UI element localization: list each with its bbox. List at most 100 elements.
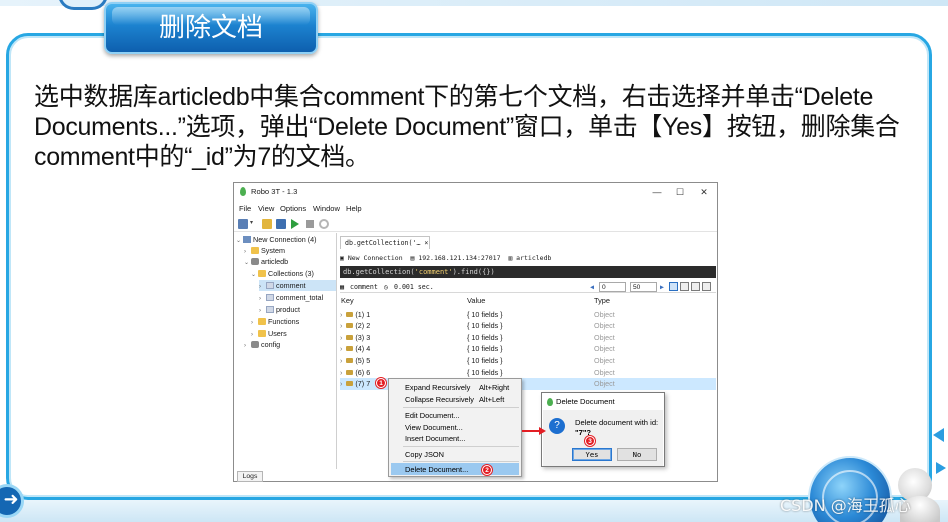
tree-collections[interactable]: ⌄ Collections (3) xyxy=(251,268,314,279)
tab-close-icon[interactable]: × xyxy=(424,239,428,247)
table-row[interactable]: › (6) 6{ 10 fields } Object xyxy=(340,367,716,379)
title-bar: Robo 3T - 1.3 — ☐ ✕ xyxy=(234,183,717,201)
page-size-input[interactable]: 50 xyxy=(630,282,657,292)
table-row[interactable]: › (2) 2{ 10 fields } Object xyxy=(340,320,716,332)
server-icon: ▣ xyxy=(340,254,344,262)
folder-icon xyxy=(251,247,259,254)
refresh-icon[interactable] xyxy=(319,219,329,229)
tree-db-config[interactable]: › config xyxy=(244,339,280,350)
tree-config-label: config xyxy=(261,340,281,349)
tree-collection-product[interactable]: › product xyxy=(259,304,300,315)
tree-server[interactable]: ⌄ New Connection (4) xyxy=(236,234,317,245)
menu-window[interactable]: Window xyxy=(313,204,340,213)
step-marker-1: 1 xyxy=(376,378,386,388)
tree-users[interactable]: › Users xyxy=(251,328,287,339)
intro-text: 选中数据库articledb中集合comment下的第七个文档，右击选择并单击“… xyxy=(34,83,900,171)
table-row[interactable]: › (4) 4{ 10 fields } Object xyxy=(340,343,716,355)
server-icon xyxy=(243,236,251,243)
menu-view[interactable]: View xyxy=(258,204,274,213)
row-type: Object xyxy=(594,344,615,354)
menu-delete-document[interactable]: Delete Document... xyxy=(405,465,468,474)
tree-collection-comment-total[interactable]: › comment_total xyxy=(259,292,323,303)
page-from-input[interactable]: 0 xyxy=(599,282,626,292)
nav-prev-arrow-icon[interactable] xyxy=(933,428,944,442)
table-row[interactable]: › (5) 5{ 10 fields } Object xyxy=(340,355,716,367)
tree-users-label: Users xyxy=(268,329,287,338)
row-type: Object xyxy=(594,309,615,319)
dialog-title: Delete Document xyxy=(556,397,615,406)
stop-icon[interactable] xyxy=(306,220,314,228)
tree-collection-comment[interactable]: › comment xyxy=(259,280,336,291)
document-icon xyxy=(346,334,354,340)
collection-icon: ▦ xyxy=(340,283,344,291)
col-header-key[interactable]: Key xyxy=(341,296,354,305)
database-icon xyxy=(251,258,259,265)
col-header-value[interactable]: Value xyxy=(467,296,485,305)
next-page-icon[interactable]: ▶ xyxy=(660,281,664,293)
save-icon[interactable] xyxy=(276,219,286,229)
collection-icon xyxy=(266,306,274,313)
row-type: Object xyxy=(594,332,615,342)
tree-functions[interactable]: › Functions xyxy=(251,316,299,327)
tree-system-label: System xyxy=(261,246,285,255)
menu-divider xyxy=(403,461,519,462)
row-key: (3) 3 xyxy=(355,332,371,342)
run-icon[interactable] xyxy=(291,219,299,229)
tree-collection-label: comment_total xyxy=(276,293,324,302)
table-view-icon[interactable] xyxy=(680,282,689,291)
query-string: 'comment' xyxy=(414,268,453,276)
document-icon xyxy=(346,311,354,317)
document-icon xyxy=(346,346,354,352)
crumb-database: articledb xyxy=(516,254,552,262)
row-value: { 10 fields } xyxy=(467,332,503,342)
menu-help[interactable]: Help xyxy=(346,204,362,213)
menu-view-document[interactable]: View Document... xyxy=(405,423,463,432)
yes-button[interactable]: Yes xyxy=(572,448,612,461)
close-icon[interactable]: ✕ xyxy=(694,185,714,199)
query-editor[interactable]: db.getCollection('comment').find({}) xyxy=(340,266,716,278)
dialog-message: Delete document with id: "7"? xyxy=(575,418,661,438)
tree-db-articledb[interactable]: ⌄ articledb xyxy=(244,256,288,267)
menu-collapse-recursively[interactable]: Collapse Recursively xyxy=(405,395,474,404)
folder-icon xyxy=(258,330,266,337)
menu-copy-json[interactable]: Copy JSON xyxy=(405,450,444,459)
row-value: { 10 fields } xyxy=(467,309,503,319)
folder-icon xyxy=(258,318,266,325)
open-icon[interactable] xyxy=(262,219,272,229)
collection-icon xyxy=(266,294,274,301)
row-key: (4) 4 xyxy=(355,344,371,354)
tree-db-label: articledb xyxy=(261,257,289,266)
menu-options[interactable]: Options xyxy=(280,204,306,213)
text-view-icon[interactable] xyxy=(691,282,700,291)
query-tab[interactable]: db.getCollection('… × xyxy=(340,236,430,249)
dialog-message-text: Delete document with id: xyxy=(575,418,659,427)
tree-view-icon[interactable] xyxy=(669,282,678,291)
maximize-icon[interactable]: ☐ xyxy=(670,185,690,199)
menu-divider xyxy=(403,407,519,408)
connect-icon[interactable] xyxy=(238,219,248,229)
tree-system[interactable]: › System xyxy=(244,245,285,256)
robo3t-leaf-icon xyxy=(547,398,553,406)
custom-view-icon[interactable] xyxy=(702,282,711,291)
delete-document-dialog: Delete Document ? Delete document with i… xyxy=(541,392,665,467)
menu-insert-document[interactable]: Insert Document... xyxy=(405,434,465,443)
menu-edit-document[interactable]: Edit Document... xyxy=(405,411,460,420)
result-elapsed: 0.001 sec. xyxy=(394,283,434,291)
table-row[interactable]: › (1) 1{ 10 fields } Object xyxy=(340,309,716,321)
col-header-type[interactable]: Type xyxy=(594,296,610,305)
watermark: CSDN @海王孤心 xyxy=(780,496,911,515)
table-row[interactable]: › (3) 3{ 10 fields } Object xyxy=(340,332,716,344)
window-title: Robo 3T - 1.3 xyxy=(251,187,298,196)
prev-page-icon[interactable]: ◀ xyxy=(590,281,594,293)
annotation-arrow-head xyxy=(539,427,546,435)
menu-expand-recursively[interactable]: Expand Recursively xyxy=(405,383,470,392)
step-marker-2: 2 xyxy=(482,465,492,475)
minimize-icon[interactable]: — xyxy=(647,185,667,199)
question-icon: ? xyxy=(549,418,565,434)
menu-file[interactable]: File xyxy=(239,204,251,213)
chevron-down-icon[interactable]: ▾ xyxy=(250,219,256,229)
no-button[interactable]: No xyxy=(617,448,657,461)
expand-shortcut: Alt+Right xyxy=(479,383,510,392)
logs-tab[interactable]: Logs xyxy=(237,471,263,482)
nav-next-arrow-icon[interactable] xyxy=(936,462,946,474)
